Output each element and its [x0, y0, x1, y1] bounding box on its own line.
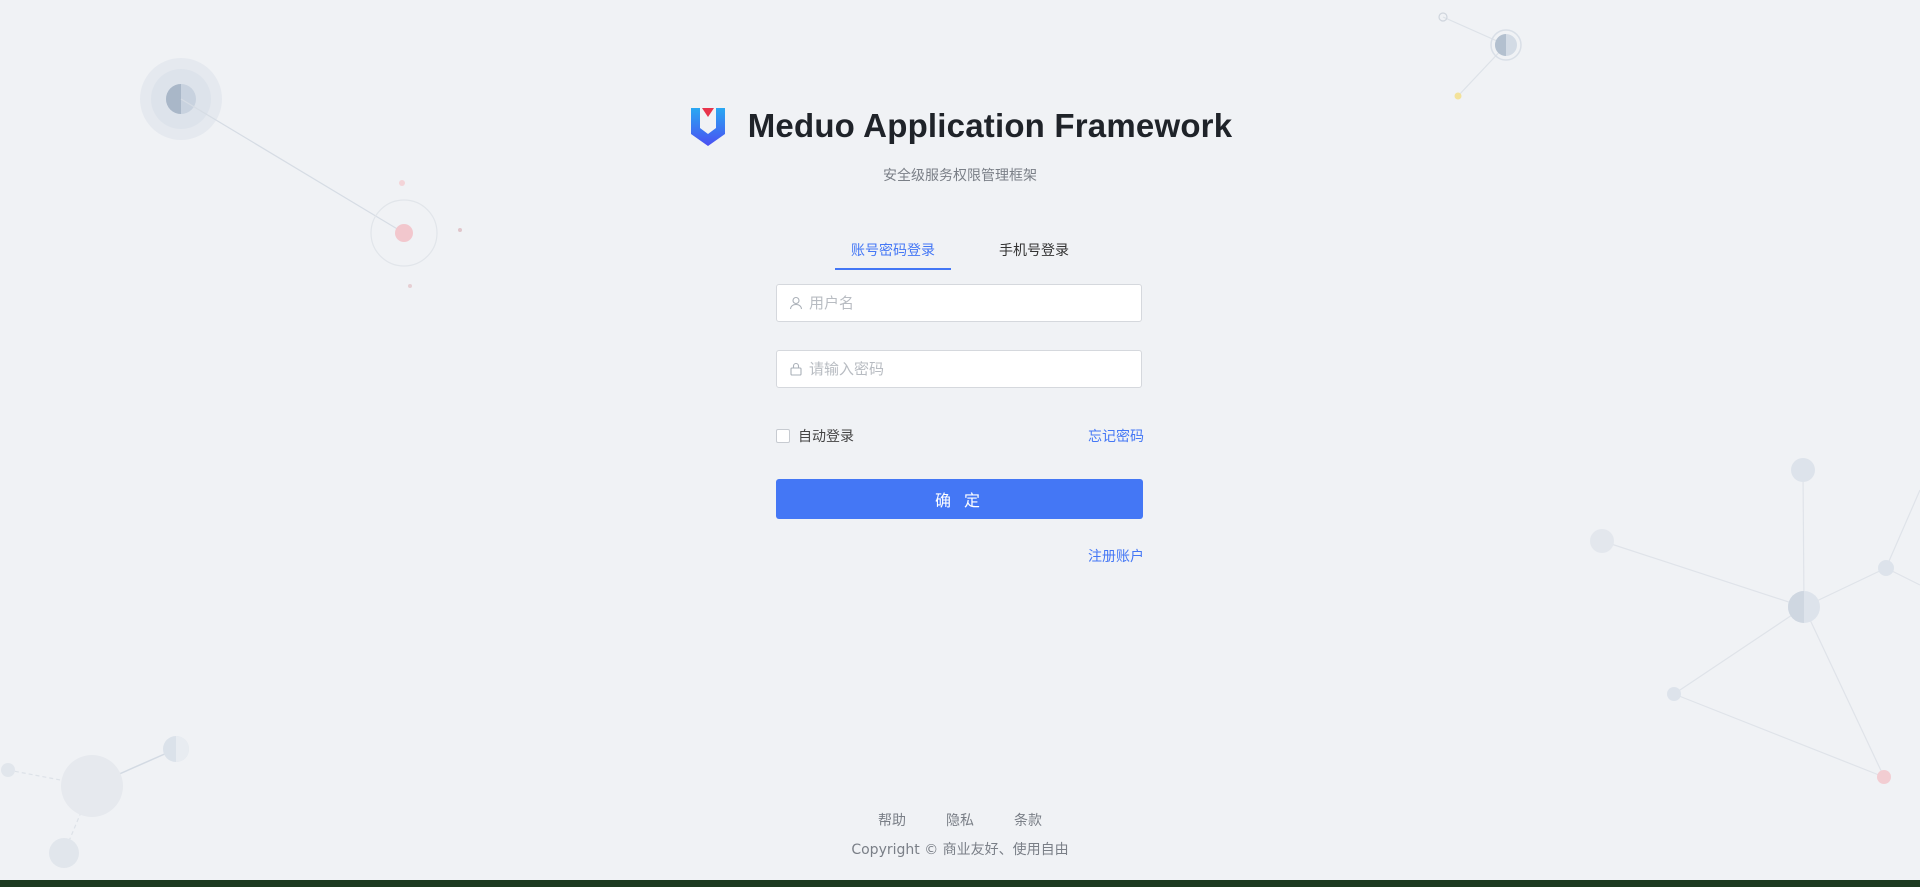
bottom-strip	[0, 880, 1920, 887]
footer-link-privacy[interactable]: 隐私	[946, 810, 974, 830]
password-input[interactable]	[809, 354, 1141, 384]
tab-account-login[interactable]: 账号密码登录	[835, 236, 951, 270]
lock-icon	[789, 362, 803, 376]
submit-button[interactable]: 确 定	[776, 479, 1143, 519]
password-field[interactable]	[776, 350, 1142, 388]
footer-links: 帮助 隐私 条款	[0, 810, 1920, 830]
header: Meduo Application Framework	[0, 104, 1920, 148]
copyright-text: Copyright © 商业友好、使用自由	[851, 842, 1069, 858]
user-icon	[789, 296, 803, 310]
forgot-password-link[interactable]: 忘记密码	[1080, 426, 1144, 446]
tab-phone-login[interactable]: 手机号登录	[983, 236, 1085, 270]
username-input[interactable]	[809, 288, 1141, 318]
login-tabs: 账号密码登录 手机号登录	[0, 236, 1920, 270]
app-subtitle: 安全级服务权限管理框架	[883, 168, 1037, 184]
register-link[interactable]: 注册账户	[1070, 546, 1144, 566]
app-logo-icon	[690, 108, 725, 146]
username-field[interactable]	[776, 284, 1142, 322]
auto-login-option[interactable]: 自动登录	[776, 426, 854, 446]
footer-link-help[interactable]: 帮助	[878, 810, 906, 830]
auto-login-label: 自动登录	[798, 429, 854, 445]
auto-login-checkbox[interactable]	[776, 429, 790, 443]
footer-link-terms[interactable]: 条款	[1014, 810, 1042, 830]
app-title: Meduo Application Framework	[747, 107, 1233, 144]
